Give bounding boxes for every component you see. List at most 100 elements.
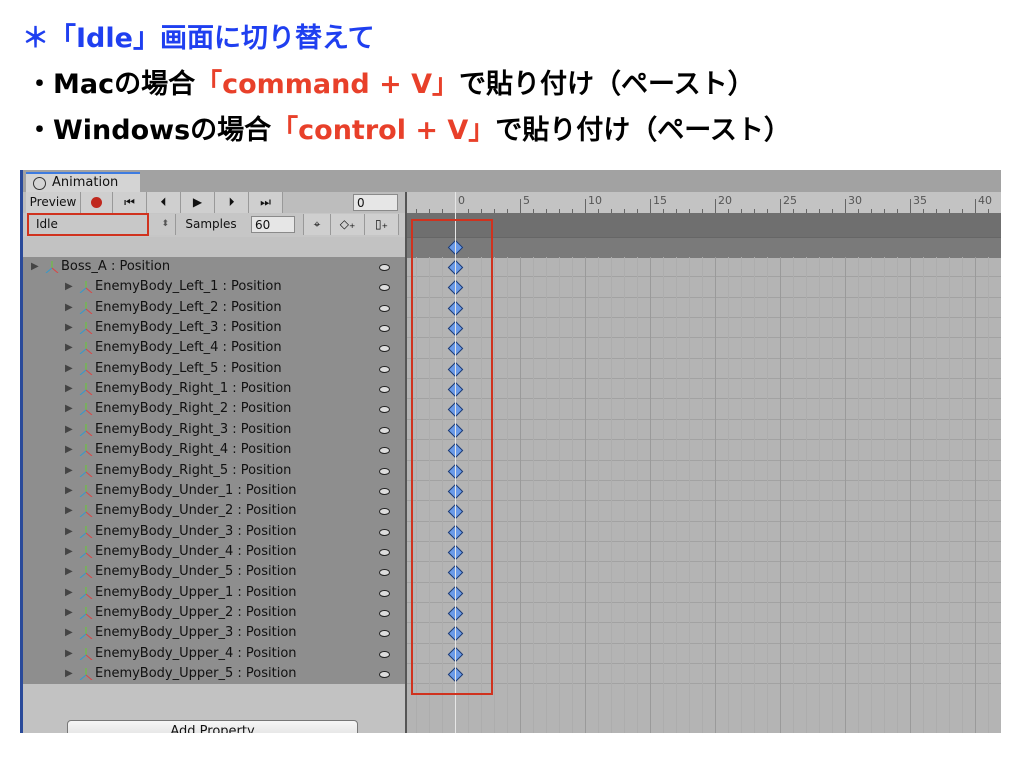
grid-column-line bbox=[598, 257, 599, 733]
transform-axis-icon bbox=[79, 566, 93, 579]
add-property-button[interactable]: Add Property bbox=[67, 720, 358, 733]
expand-triangle-icon[interactable]: ▶ bbox=[65, 501, 73, 521]
ruler-tick-label: 30 bbox=[848, 194, 862, 207]
expand-triangle-icon[interactable]: ▶ bbox=[65, 420, 73, 440]
property-row[interactable]: ▶ EnemyBody_Left_4 : Position bbox=[23, 338, 405, 358]
ruler-tick bbox=[845, 199, 846, 213]
property-row[interactable]: ▶ EnemyBody_Upper_5 : Position bbox=[23, 664, 405, 684]
target-button[interactable]: ⌖ bbox=[303, 214, 331, 235]
property-row[interactable]: ▶ EnemyBody_Upper_4 : Position bbox=[23, 644, 405, 664]
expand-triangle-icon[interactable]: ▶ bbox=[65, 644, 73, 664]
property-row[interactable]: ▶ EnemyBody_Upper_3 : Position bbox=[23, 623, 405, 643]
property-row[interactable]: ▶ EnemyBody_Left_2 : Position bbox=[23, 298, 405, 318]
prev-key-button[interactable]: ⏴ bbox=[147, 192, 181, 213]
first-key-button[interactable]: ⏮ bbox=[113, 192, 147, 213]
visibility-icon[interactable] bbox=[379, 365, 390, 373]
property-row[interactable]: ▶ EnemyBody_Right_2 : Position bbox=[23, 399, 405, 419]
preview-button[interactable]: Preview bbox=[26, 192, 81, 213]
visibility-icon[interactable] bbox=[379, 671, 390, 678]
play-button[interactable]: ▶ bbox=[181, 192, 215, 213]
property-row[interactable]: ▶ EnemyBody_Under_4 : Position bbox=[23, 542, 405, 562]
property-row[interactable]: ▶ EnemyBody_Right_4 : Position bbox=[23, 440, 405, 460]
property-row[interactable]: ▶ EnemyBody_Left_1 : Position bbox=[23, 277, 405, 297]
visibility-icon[interactable] bbox=[379, 609, 390, 617]
expand-triangle-icon[interactable]: ▶ bbox=[65, 603, 73, 623]
visibility-icon[interactable] bbox=[379, 589, 390, 597]
visibility-icon[interactable] bbox=[379, 569, 390, 577]
tab-animation[interactable]: Animation bbox=[26, 172, 140, 192]
property-row[interactable]: ▶ EnemyBody_Under_5 : Position bbox=[23, 562, 405, 582]
expand-triangle-icon[interactable]: ▶ bbox=[65, 298, 73, 318]
grid-column-line bbox=[949, 257, 950, 733]
visibility-icon[interactable] bbox=[379, 528, 390, 536]
visibility-icon[interactable] bbox=[379, 508, 390, 516]
grid-row-line bbox=[407, 317, 1001, 319]
ruler-tick-label: 20 bbox=[718, 194, 732, 207]
expand-triangle-icon[interactable]: ▶ bbox=[65, 277, 73, 297]
visibility-icon[interactable] bbox=[379, 406, 390, 414]
add-event-button[interactable]: ▯₊ bbox=[365, 214, 399, 235]
timeline-ruler[interactable]: 0 5 10 15 20 25 30 35 40 bbox=[407, 192, 1001, 214]
visibility-icon[interactable] bbox=[379, 304, 390, 312]
visibility-icon[interactable] bbox=[379, 467, 390, 475]
expand-triangle-icon[interactable]: ▶ bbox=[65, 481, 73, 501]
expand-triangle-icon[interactable]: ▶ bbox=[65, 318, 73, 338]
add-keyframe-button[interactable]: ◇₊ bbox=[331, 214, 365, 235]
visibility-icon[interactable] bbox=[379, 264, 390, 271]
expand-triangle-icon[interactable]: ▶ bbox=[65, 338, 73, 358]
expand-triangle-icon[interactable]: ▶ bbox=[65, 664, 73, 684]
property-row[interactable]: ▶ EnemyBody_Under_2 : Position bbox=[23, 501, 405, 521]
expand-triangle-icon[interactable]: ▶ bbox=[65, 440, 73, 460]
samples-field[interactable]: 60 bbox=[251, 216, 295, 233]
dopesheet-grid[interactable] bbox=[407, 257, 1001, 733]
visibility-icon[interactable] bbox=[379, 325, 390, 333]
property-row[interactable]: ▶ EnemyBody_Upper_2 : Position bbox=[23, 603, 405, 623]
property-name: EnemyBody_Right_4 : Position bbox=[95, 442, 292, 458]
visibility-icon[interactable] bbox=[379, 548, 390, 556]
expand-triangle-icon[interactable]: ▶ bbox=[65, 522, 73, 542]
expand-triangle-icon[interactable]: ▶ bbox=[65, 583, 73, 603]
expand-triangle-icon[interactable]: ▶ bbox=[31, 257, 39, 277]
property-row[interactable]: ▶ EnemyBody_Under_3 : Position bbox=[23, 522, 405, 542]
expand-triangle-icon[interactable]: ▶ bbox=[65, 461, 73, 481]
visibility-icon[interactable] bbox=[379, 345, 390, 353]
grid-row-line bbox=[407, 622, 1001, 624]
property-row[interactable]: ▶ EnemyBody_Left_3 : Position bbox=[23, 318, 405, 338]
expand-triangle-icon[interactable]: ▶ bbox=[65, 359, 73, 379]
frame-field[interactable]: 0 bbox=[353, 194, 398, 211]
ruler-tick bbox=[520, 199, 521, 213]
property-row[interactable]: ▶ Boss_A : Position bbox=[23, 257, 405, 277]
grid-column-line bbox=[520, 257, 521, 733]
grid-row-line bbox=[407, 520, 1001, 522]
expand-triangle-icon[interactable]: ▶ bbox=[65, 542, 73, 562]
grid-column-line bbox=[780, 257, 781, 733]
visibility-icon[interactable] bbox=[379, 426, 390, 434]
win-suffix: で貼り付け（ペースト） bbox=[495, 115, 791, 146]
visibility-icon[interactable] bbox=[379, 630, 390, 638]
property-row[interactable]: ▶ EnemyBody_Under_1 : Position bbox=[23, 481, 405, 501]
property-name: EnemyBody_Upper_1 : Position bbox=[95, 584, 297, 600]
grid-column-line bbox=[910, 257, 911, 733]
record-button[interactable] bbox=[81, 192, 113, 213]
visibility-icon[interactable] bbox=[379, 447, 390, 455]
property-row[interactable]: ▶ EnemyBody_Right_1 : Position bbox=[23, 379, 405, 399]
ruler-tick bbox=[910, 199, 911, 213]
expand-triangle-icon[interactable]: ▶ bbox=[65, 623, 73, 643]
property-row[interactable]: ▶ EnemyBody_Left_5 : Position bbox=[23, 359, 405, 379]
visibility-icon[interactable] bbox=[379, 487, 390, 495]
visibility-icon[interactable] bbox=[379, 650, 390, 658]
visibility-icon[interactable] bbox=[379, 386, 390, 394]
expand-triangle-icon[interactable]: ▶ bbox=[65, 562, 73, 582]
property-row[interactable]: ▶ EnemyBody_Upper_1 : Position bbox=[23, 583, 405, 603]
last-key-button[interactable]: ⏭ bbox=[249, 192, 283, 213]
expand-triangle-icon[interactable]: ▶ bbox=[65, 379, 73, 399]
expand-triangle-icon[interactable]: ▶ bbox=[65, 399, 73, 419]
grid-column-line bbox=[884, 257, 885, 733]
property-row[interactable]: ▶ EnemyBody_Right_3 : Position bbox=[23, 420, 405, 440]
visibility-icon[interactable] bbox=[379, 284, 390, 292]
property-row[interactable]: ▶ EnemyBody_Right_5 : Position bbox=[23, 461, 405, 481]
play-icon: ▶ bbox=[192, 195, 203, 209]
next-key-button[interactable]: ⏵ bbox=[215, 192, 249, 213]
updown-icon: ⬍ bbox=[161, 219, 169, 229]
grid-row-line bbox=[407, 439, 1001, 441]
